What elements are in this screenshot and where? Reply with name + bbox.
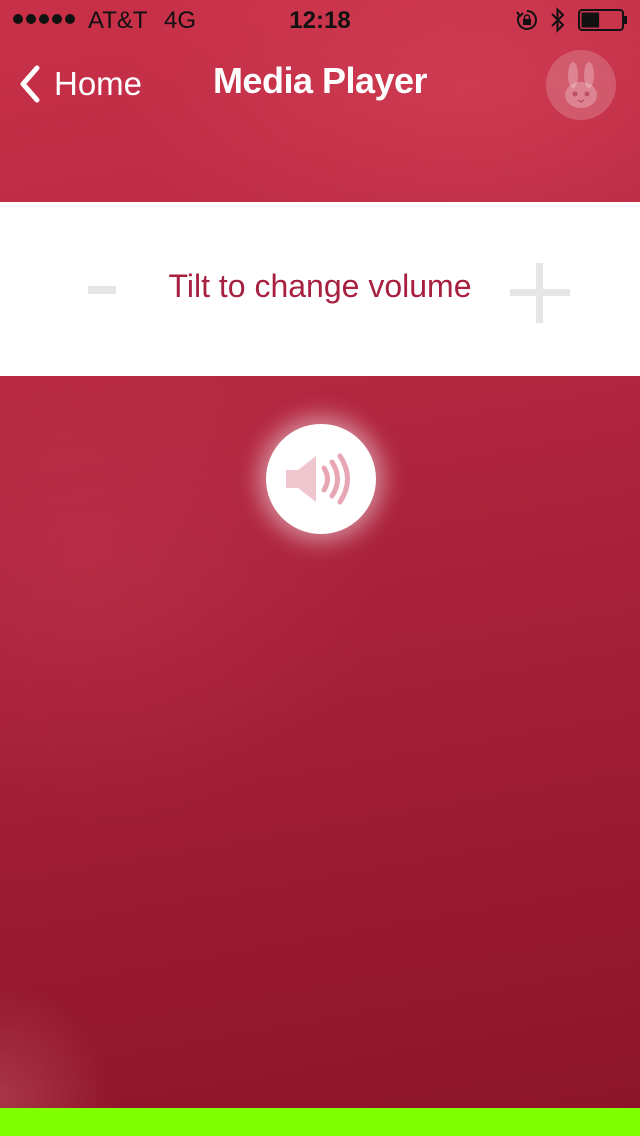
page-title: Media Player [212,60,428,101]
volume-strip: Tilt to change volume [0,202,640,376]
volume-decrease-button[interactable] [84,266,122,312]
volume-instruction: Tilt to change volume [168,268,472,304]
avatar[interactable] [546,50,616,120]
battery-fill [581,12,600,28]
bluetooth-icon [551,7,565,33]
chevron-left-icon [20,65,40,103]
back-label: Home [54,65,143,102]
speaker-volume-icon [286,453,350,505]
bottom-status-bar [0,1108,640,1136]
volume-increase-button[interactable] [508,262,572,326]
status-bar: AT&T 4G 12:18 [0,0,640,40]
status-time: 12:18 [289,7,351,34]
minus-icon [88,286,116,294]
back-button[interactable]: Home [16,62,142,106]
bunny-icon [565,62,597,108]
battery-icon [578,9,627,31]
rotation-lock-icon [516,10,537,30]
speaker-button[interactable] [266,424,376,534]
app-background [0,0,640,1136]
plus-icon-vertical [536,263,543,323]
